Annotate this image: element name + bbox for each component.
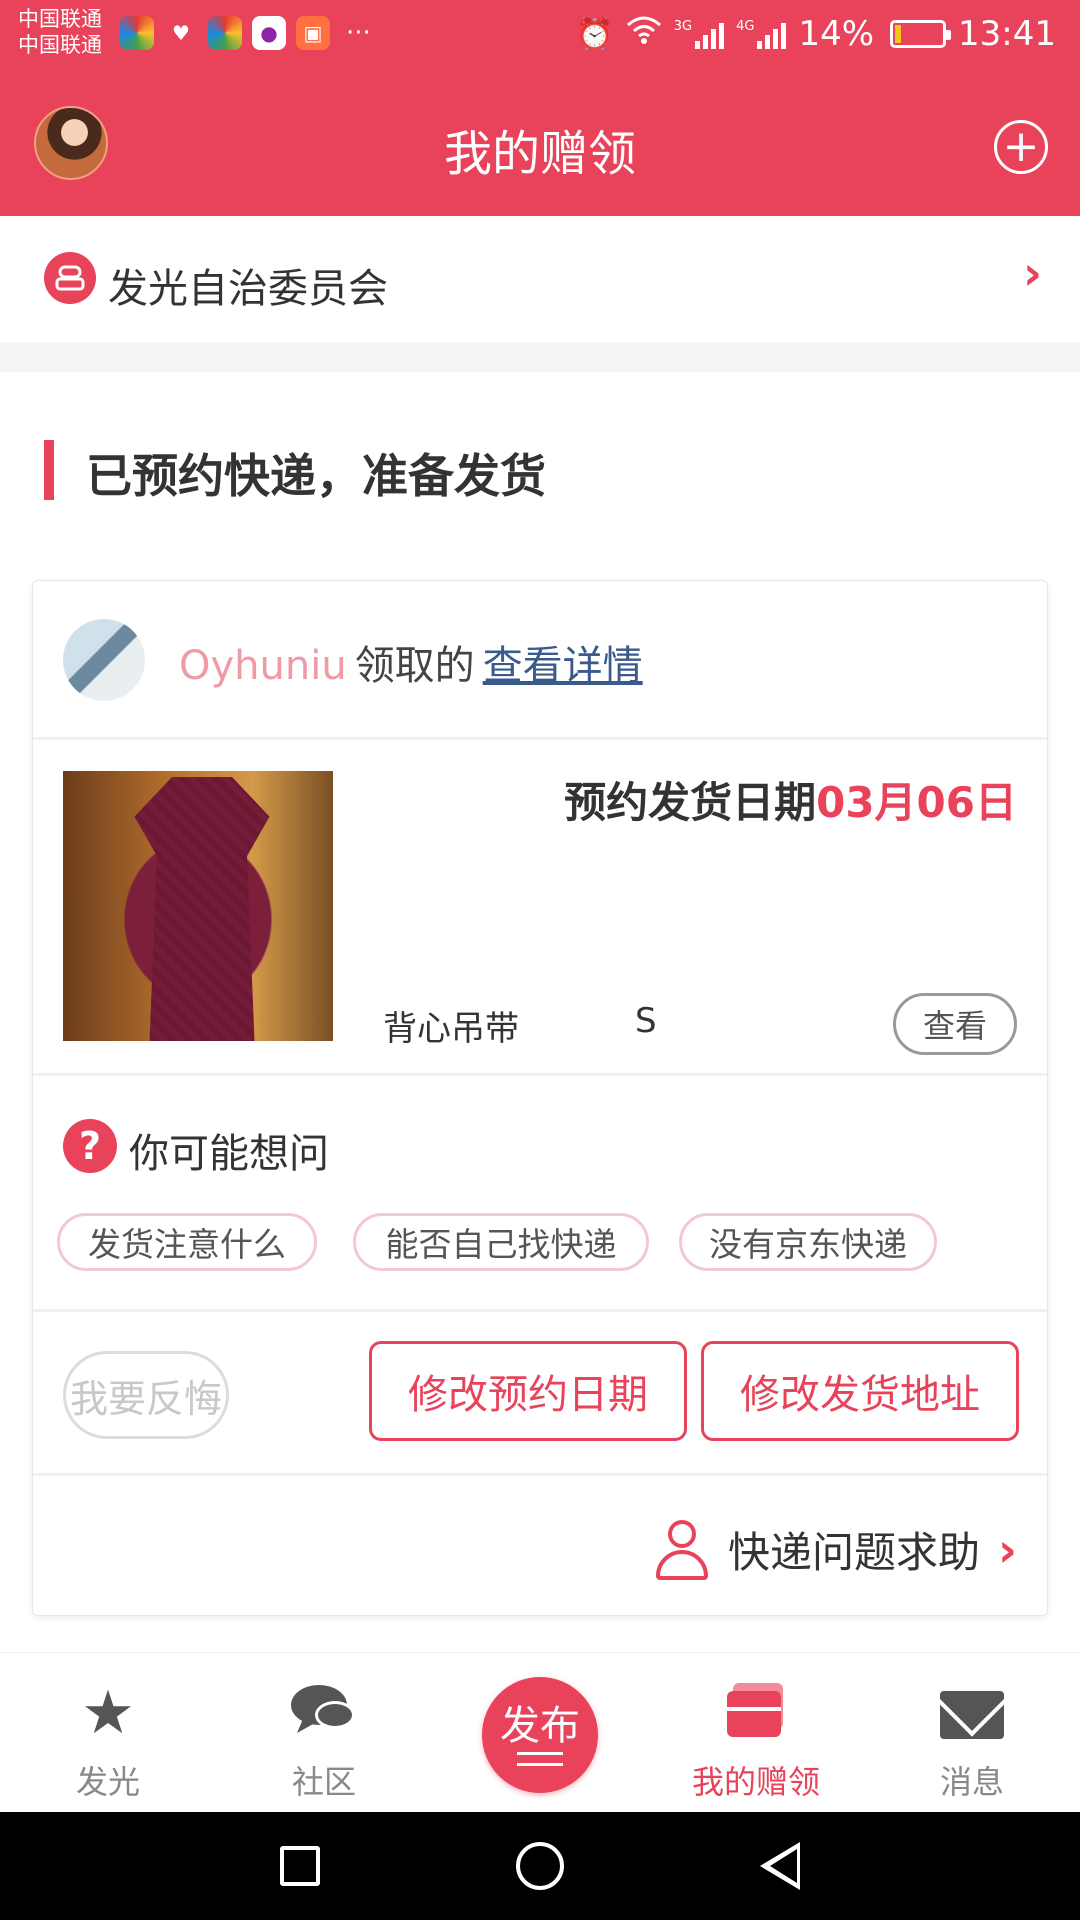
camera-app-icon: ● [252,16,286,50]
publish-label: 发布 [500,1703,580,1749]
question-icon: ? [63,1119,117,1173]
video-app-icon: ▣ [296,16,330,50]
nav-item-faguang[interactable]: ★ 发光 [0,1653,216,1813]
system-nav-bar [0,1812,1080,1920]
faq-title: 你可能想问 [129,1131,329,1177]
status-bar: 中国联通 中国联通 ♥ ● ▣ ··· ⏰ 3G 4G 14% 13:41 [0,0,1080,72]
nav-label: 社区 [291,1763,356,1801]
app-header: 我的赠领 + [0,72,1080,216]
order-card: Oyhuniu 领取的 查看详情 预约发货日期03月06日 背心吊带 S 查看 ? … [32,580,1048,1616]
net-4g-label: 4G [736,19,755,34]
ship-date-label: 预约发货日期 [564,778,817,827]
courier-help-row[interactable]: 快递问题求助 › [654,1519,1017,1580]
star-icon: ★ [81,1678,135,1748]
chat-bubbles-icon [289,1681,359,1753]
section-title: 已预约快递，准备发货 [86,449,546,503]
divider [33,737,1047,740]
home-icon[interactable] [516,1842,564,1890]
divider [33,1073,1047,1076]
nav-label: 发光 [75,1763,140,1801]
bottom-nav: ★ 发光 社区 发布 我的赠领 消息 [0,1652,1080,1812]
committee-label: 发光自治委员会 [108,266,388,312]
nav-item-community[interactable]: 社区 [216,1653,432,1813]
ship-date-value: 03月06日 [816,778,1017,827]
claimer-line: Oyhuniu 领取的 查看详情 [179,633,643,691]
faq-chip-3[interactable]: 没有京东快递 [679,1213,937,1271]
product-image[interactable] [63,771,333,1041]
publish-button[interactable]: 发布 [482,1677,598,1793]
back-icon[interactable] [760,1842,800,1890]
ship-date: 预约发货日期03月06日 [564,769,1017,830]
nav-label: 消息 [939,1763,1004,1801]
battery-percent: 14% [798,14,875,54]
alarm-icon: ⏰ [576,16,614,52]
nav-item-messages[interactable]: 消息 [864,1653,1080,1813]
nav-label: 我的赠领 [691,1763,820,1801]
divider [33,1309,1047,1312]
chevron-right-icon: › [998,1522,1017,1577]
chevron-right-icon: › [1023,246,1042,300]
system-status: ⏰ 3G 4G 14% 13:41 [576,14,1056,54]
person-icon [654,1519,710,1580]
publish-icon [517,1752,563,1766]
color-wheel-icon [208,16,242,50]
envelope-icon [940,1691,1004,1739]
recents-icon[interactable] [280,1846,320,1886]
color-wheel-icon [120,16,154,50]
signal-4g-icon: 4G [736,19,787,49]
clock: 13:41 [958,14,1056,54]
item-name: 背心吊带 [383,1009,519,1049]
carrier-1: 中国联通 [18,7,102,31]
notification-icons: ♥ ● ▣ ··· [120,16,371,50]
nav-item-my-gifts[interactable]: 我的赠领 [648,1653,864,1813]
courier-help-label: 快递问题求助 [728,1528,981,1577]
committee-icon [44,252,96,304]
faq-chip-1[interactable]: 发货注意什么 [57,1213,317,1271]
heart-pulse-icon: ♥ [172,21,190,45]
change-date-button[interactable]: 修改预约日期 [369,1341,687,1441]
battery-icon [890,20,952,48]
more-notifications: ··· [346,18,371,48]
view-button[interactable]: 查看 [893,993,1017,1055]
plus-circle-icon[interactable]: + [994,120,1048,174]
view-details-link[interactable]: 查看详情 [483,643,643,689]
page-title: 我的赠领 [443,126,636,182]
gift-box-icon [727,1683,785,1739]
claimer-text: 领取的 [354,643,475,689]
item-size: S [635,1001,657,1041]
section-accent-bar [44,440,54,500]
carrier-2: 中国联通 [18,33,102,57]
change-address-button[interactable]: 修改发货地址 [701,1341,1019,1441]
carrier-labels: 中国联通 中国联通 [18,6,102,58]
regret-button[interactable]: 我要反悔 [63,1351,229,1439]
wifi-icon [626,15,662,53]
committee-row[interactable]: 发光自治委员会 › [0,216,1080,342]
claimer-avatar[interactable] [63,619,145,701]
claimer-name[interactable]: Oyhuniu [179,643,347,689]
signal-3g-icon: 3G [673,19,725,49]
faq-chip-2[interactable]: 能否自己找快递 [353,1213,649,1271]
net-3g-label: 3G [673,19,693,34]
divider [33,1473,1047,1476]
